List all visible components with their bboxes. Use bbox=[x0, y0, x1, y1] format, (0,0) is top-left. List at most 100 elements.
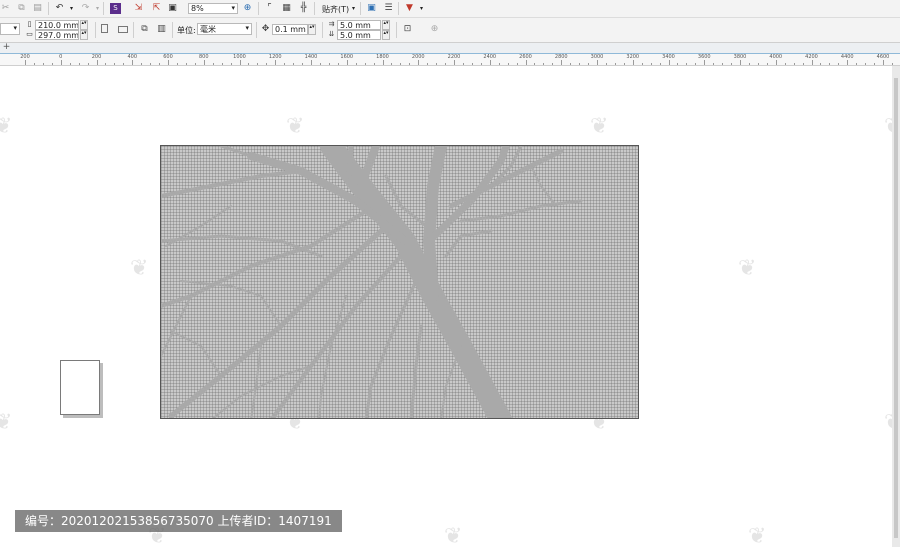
show-grid-icon[interactable]: ▦ bbox=[281, 3, 292, 14]
toolbar-separator bbox=[258, 2, 259, 15]
page-height-field[interactable]: 297.0 mm bbox=[35, 30, 79, 40]
redo-icon[interactable]: ↷ bbox=[80, 3, 91, 14]
full-screen-icon[interactable]: ⊕ bbox=[242, 3, 253, 14]
ruler-tick bbox=[677, 63, 679, 65]
chevron-down-icon: ▾ bbox=[245, 24, 249, 32]
ruler-tick bbox=[740, 60, 741, 65]
page-outline[interactable] bbox=[60, 360, 100, 415]
ruler-tick bbox=[757, 63, 759, 65]
ruler-tick bbox=[337, 63, 339, 65]
welcome-dropdown-icon[interactable]: ▾ bbox=[416, 3, 427, 14]
watermark-logo: ❦ bbox=[130, 256, 149, 281]
page-size-combo[interactable]: ▾ bbox=[0, 23, 20, 35]
ruler-tick bbox=[176, 63, 178, 65]
ruler-tick bbox=[471, 63, 473, 65]
welcome-screen-icon[interactable]: ▼ bbox=[404, 3, 415, 14]
add-page-icon[interactable]: ⊕ bbox=[429, 24, 440, 35]
watermark-logo: ❦ bbox=[884, 410, 892, 435]
add-document-icon[interactable]: + bbox=[2, 43, 11, 52]
ruler-tick bbox=[748, 63, 750, 65]
landscape-icon[interactable] bbox=[118, 26, 128, 33]
duplicate-x-spinner[interactable]: ▴▾ bbox=[382, 20, 390, 30]
ruler-tick bbox=[525, 60, 527, 65]
property-bar: ▾ ▯ ▭ 210.0 mm 297.0 mm ▴▾ ▴▾ ⧉ ▥ 单位: 毫米… bbox=[0, 18, 900, 43]
show-rulers-icon[interactable]: ⌜ bbox=[264, 3, 275, 14]
drawing-canvas[interactable]: ❦ ❦ ❦ ❦ ❦ ❦ ❦ ❦ ❦ ❦ ❦ ❦ ❦ bbox=[0, 66, 892, 547]
zoom-level-value: 8% bbox=[191, 4, 204, 13]
horizontal-ruler[interactable]: 200 0 200 400 600 800 1000 1200 1400 1600 1800 2000… bbox=[0, 54, 900, 66]
undo-dropdown-icon[interactable]: ▾ bbox=[66, 3, 77, 14]
ruler-tick bbox=[865, 63, 867, 65]
ruler-tick bbox=[60, 60, 62, 65]
snap-to-menu[interactable]: 贴齐(T) bbox=[322, 4, 349, 15]
ruler-tick bbox=[328, 63, 330, 65]
options-icon[interactable]: ▣ bbox=[366, 3, 377, 14]
ruler-tick bbox=[391, 63, 393, 65]
toolbar-separator bbox=[314, 2, 315, 15]
chevron-down-icon: ▾ bbox=[13, 24, 17, 32]
redo-dropdown-icon[interactable]: ▾ bbox=[92, 3, 103, 14]
ruler-tick bbox=[614, 63, 616, 65]
export-icon[interactable]: ⇱ bbox=[151, 3, 162, 14]
publish-pdf-icon[interactable]: ▣ bbox=[167, 3, 178, 14]
portrait-icon[interactable] bbox=[101, 24, 108, 33]
scrollbar-thumb[interactable] bbox=[894, 78, 898, 538]
ruler-tick bbox=[543, 63, 545, 65]
image-id-watermark: 编号：20201202153856735070 上传者ID：1407191 bbox=[15, 510, 342, 532]
ruler-tick bbox=[25, 60, 26, 65]
toolbar-separator bbox=[256, 22, 257, 38]
nudge-distance-field[interactable]: 0.1 mm bbox=[272, 24, 308, 35]
ruler-tick bbox=[69, 63, 71, 65]
import-icon[interactable]: ⇲ bbox=[133, 3, 144, 14]
ruler-tick bbox=[552, 63, 554, 65]
page-width-spinner[interactable]: ▴▾ bbox=[80, 20, 88, 30]
ruler-tick bbox=[382, 60, 384, 65]
watermark-logo: ❦ bbox=[738, 256, 757, 281]
duplicate-y-field[interactable]: 5.0 mm bbox=[337, 30, 381, 40]
page-width-field[interactable]: 210.0 mm bbox=[35, 20, 79, 30]
undo-icon[interactable]: ↶ bbox=[54, 3, 65, 14]
standard-toolbar: ✂ ⧉ ▤ ↶ ▾ ↷ ▾ S ⇲ ⇱ ▣ 8% ▾ ⊕ ⌜ ▦ ╬ 贴齐(T)… bbox=[0, 0, 900, 18]
ruler-tick bbox=[498, 63, 500, 65]
units-combo[interactable]: 毫米 ▾ bbox=[197, 23, 252, 35]
nudge-spinner[interactable]: ▴▾ bbox=[308, 24, 316, 35]
ruler-tick bbox=[302, 63, 304, 65]
search-content-icon[interactable]: S bbox=[110, 3, 121, 14]
vertical-scrollbar[interactable] bbox=[892, 66, 900, 547]
paste-icon[interactable]: ▤ bbox=[32, 3, 43, 14]
ruler-tick bbox=[641, 63, 643, 65]
page-height-spinner[interactable]: ▴▾ bbox=[80, 30, 88, 40]
ruler-tick bbox=[659, 63, 661, 65]
ruler-tick bbox=[346, 60, 348, 65]
show-guidelines-icon[interactable]: ╬ bbox=[298, 3, 309, 14]
zoom-level-combo[interactable]: 8% ▾ bbox=[188, 3, 238, 14]
watermark-logo: ❦ bbox=[0, 410, 13, 435]
toolbar-separator bbox=[103, 2, 104, 15]
ruler-tick bbox=[275, 60, 277, 65]
ruler-tick bbox=[847, 60, 849, 65]
current-page-icon[interactable]: ▥ bbox=[156, 24, 167, 35]
ruler-tick bbox=[561, 60, 563, 65]
ruler-tick bbox=[87, 63, 89, 65]
snap-dropdown-icon[interactable]: ▾ bbox=[348, 3, 359, 14]
copy-icon[interactable]: ⧉ bbox=[16, 3, 27, 14]
watermark-logo: ❦ bbox=[884, 114, 892, 139]
tree-silhouette-image[interactable] bbox=[160, 145, 639, 419]
nudge-icon: ✥ bbox=[261, 24, 270, 34]
ruler-tick bbox=[185, 63, 187, 65]
ruler-tick bbox=[891, 63, 893, 65]
duplicate-x-field[interactable]: 5.0 mm bbox=[337, 20, 381, 30]
units-label: 单位: bbox=[177, 26, 196, 35]
ruler-tick bbox=[588, 63, 590, 65]
ruler-tick bbox=[445, 63, 447, 65]
ruler-tick bbox=[311, 60, 312, 65]
ruler-tick bbox=[409, 63, 411, 65]
chevron-down-icon: ▾ bbox=[231, 4, 235, 12]
all-pages-icon[interactable]: ⧉ bbox=[139, 24, 150, 35]
cut-icon[interactable]: ✂ bbox=[0, 3, 11, 14]
page-border-icon[interactable]: ⊡ bbox=[402, 24, 413, 35]
ruler-tick bbox=[194, 63, 196, 65]
application-launcher-icon[interactable]: ☰ bbox=[383, 3, 394, 14]
ruler-tick bbox=[418, 60, 420, 65]
duplicate-y-spinner[interactable]: ▴▾ bbox=[382, 30, 390, 40]
